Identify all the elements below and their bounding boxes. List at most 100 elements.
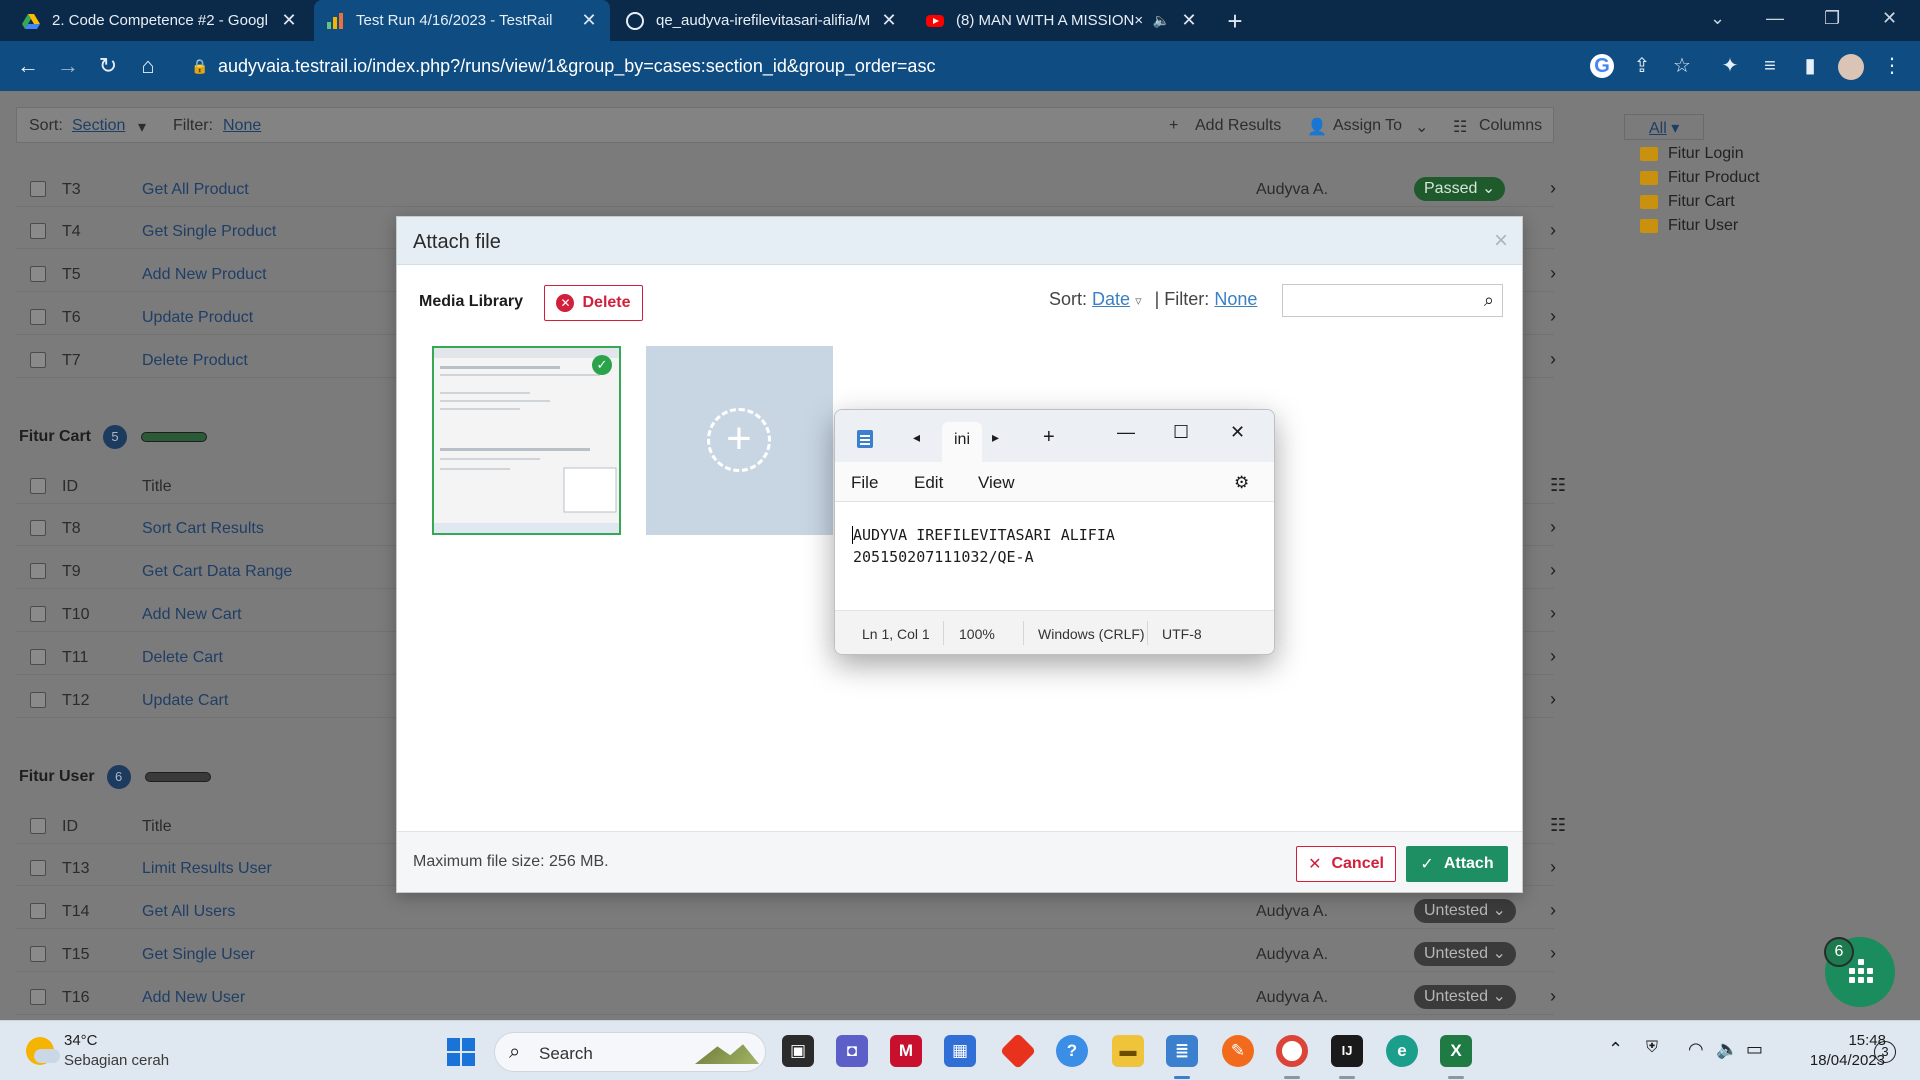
- diamond-app-icon[interactable]: [999, 1032, 1037, 1070]
- minimize-icon[interactable]: —: [1117, 422, 1135, 443]
- attach-button[interactable]: ✓ Attach: [1406, 846, 1508, 882]
- taskbar-search-box[interactable]: ⌕ Search: [494, 1032, 766, 1072]
- restore-icon[interactable]: ❐: [1824, 8, 1840, 29]
- notepad-title-bar[interactable]: ◂ ini ▸ + — ☐ ✕: [835, 410, 1274, 462]
- sidebar-item-cart[interactable]: Fitur Cart: [1640, 193, 1735, 211]
- column-settings-icon[interactable]: ☷: [1550, 475, 1566, 496]
- gear-icon[interactable]: ⚙: [1234, 473, 1249, 493]
- tab-search-icon[interactable]: ⌄: [1710, 8, 1725, 29]
- google-icon[interactable]: G: [1590, 54, 1614, 78]
- new-tab-button[interactable]: +: [1220, 6, 1250, 36]
- add-file-tile[interactable]: +: [646, 346, 833, 535]
- row-checkbox[interactable]: [30, 266, 46, 282]
- postman-icon[interactable]: ✎: [1222, 1035, 1254, 1067]
- case-title[interactable]: Get All Product: [142, 181, 249, 199]
- menu-edit[interactable]: Edit: [914, 473, 943, 493]
- row-checkbox[interactable]: [30, 223, 46, 239]
- lock-icon[interactable]: 🔒: [186, 52, 214, 80]
- row-checkbox[interactable]: [30, 649, 46, 665]
- reload-icon[interactable]: ↻: [94, 52, 122, 80]
- chevron-right-icon[interactable]: ›: [1550, 943, 1556, 964]
- columns-button[interactable]: Columns: [1479, 117, 1542, 135]
- table-row[interactable]: T14 Get All Users Audyva A. Untested ⌄ ›: [16, 894, 1556, 929]
- sort-dropdown-icon[interactable]: ▿: [1135, 293, 1142, 308]
- assign-to-button[interactable]: Assign To: [1333, 117, 1402, 135]
- status-badge[interactable]: Untested ⌄: [1414, 985, 1516, 1009]
- sort-dropdown-icon[interactable]: ▾: [138, 117, 146, 137]
- sort-date-link[interactable]: Date: [1092, 289, 1130, 309]
- scroll-tabs-left-icon[interactable]: ◂: [913, 429, 920, 446]
- browser-tab-testrail[interactable]: Test Run 4/16/2023 - TestRail ✕: [314, 0, 610, 41]
- column-header-title[interactable]: Title: [142, 478, 172, 496]
- close-tab-icon[interactable]: ✕: [580, 10, 598, 31]
- avatar[interactable]: [1838, 54, 1864, 80]
- case-title[interactable]: Get Single User: [142, 946, 255, 964]
- case-title[interactable]: Delete Product: [142, 352, 248, 370]
- menu-file[interactable]: File: [851, 473, 878, 493]
- extensions-icon[interactable]: ✦: [1718, 54, 1742, 78]
- teams-chat-icon[interactable]: ◘: [836, 1035, 868, 1067]
- chevron-right-icon[interactable]: ›: [1550, 263, 1556, 284]
- case-title[interactable]: Delete Cart: [142, 649, 223, 667]
- windows-start-icon[interactable]: [447, 1038, 475, 1066]
- weather-temperature[interactable]: 34°C: [64, 1032, 98, 1049]
- weather-description[interactable]: Sebagian cerah: [64, 1052, 169, 1069]
- row-checkbox[interactable]: [30, 989, 46, 1005]
- forward-icon[interactable]: →: [54, 52, 82, 80]
- cancel-button[interactable]: ✕ Cancel: [1296, 846, 1396, 882]
- chevron-right-icon[interactable]: ›: [1550, 220, 1556, 241]
- chevron-right-icon[interactable]: ›: [1550, 349, 1556, 370]
- chevron-right-icon[interactable]: ›: [1550, 560, 1556, 581]
- case-title[interactable]: Add New User: [142, 989, 245, 1007]
- select-all-checkbox[interactable]: [30, 818, 46, 834]
- show-hidden-icons-chevron[interactable]: ⌃: [1608, 1039, 1623, 1060]
- row-checkbox[interactable]: [30, 181, 46, 197]
- close-icon[interactable]: ✕: [1230, 422, 1245, 443]
- status-badge[interactable]: Untested ⌄: [1414, 942, 1516, 966]
- chevron-right-icon[interactable]: ›: [1550, 646, 1556, 667]
- table-row[interactable]: T15 Get Single User Audyva A. Untested ⌄…: [16, 937, 1556, 972]
- task-view-icon[interactable]: ▣: [782, 1035, 814, 1067]
- media-search-input[interactable]: ⌕: [1282, 284, 1503, 317]
- media-control-icon[interactable]: ≡: [1758, 54, 1782, 78]
- bookmark-star-icon[interactable]: ☆: [1670, 54, 1694, 78]
- row-checkbox[interactable]: [30, 352, 46, 368]
- notepad-taskbar-icon[interactable]: ≣: [1166, 1035, 1198, 1067]
- side-panel-icon[interactable]: ▮: [1798, 54, 1822, 78]
- case-title[interactable]: Limit Results User: [142, 860, 272, 878]
- search-icon[interactable]: ⌕: [1484, 290, 1494, 311]
- status-badge[interactable]: Passed ⌄: [1414, 177, 1506, 201]
- chevron-right-icon[interactable]: ›: [1550, 986, 1556, 1007]
- browser-tab-code-competence[interactable]: 2. Code Competence #2 - Googl ✕: [10, 0, 310, 41]
- sidebar-item-product[interactable]: Fitur Product: [1640, 169, 1760, 187]
- delete-button[interactable]: ✕ Delete: [544, 285, 643, 321]
- row-checkbox[interactable]: [30, 860, 46, 876]
- chevron-right-icon[interactable]: ›: [1550, 900, 1556, 921]
- file-explorer-icon[interactable]: ▬: [1112, 1035, 1144, 1067]
- microsoft-store-icon[interactable]: ▦: [944, 1035, 976, 1067]
- row-checkbox[interactable]: [30, 563, 46, 579]
- excel-icon[interactable]: X: [1440, 1035, 1472, 1067]
- sidebar-item-login[interactable]: Fitur Login: [1640, 145, 1744, 163]
- menu-view[interactable]: View: [978, 473, 1015, 493]
- clock-date[interactable]: 18/04/2023: [1785, 1052, 1885, 1069]
- chevron-right-icon[interactable]: ›: [1550, 178, 1556, 199]
- filter-link[interactable]: None: [1214, 289, 1257, 309]
- notepad-text-area[interactable]: AUDYVA IREFILEVITASARI ALIFIA 2051502071…: [835, 502, 1274, 610]
- maximize-icon[interactable]: ☐: [1173, 422, 1189, 443]
- select-all-checkbox[interactable]: [30, 478, 46, 494]
- sort-section-link[interactable]: Section: [72, 117, 125, 135]
- case-title[interactable]: Get Cart Data Range: [142, 563, 292, 581]
- notification-count-badge[interactable]: 3: [1874, 1041, 1896, 1063]
- intellij-icon[interactable]: IJ: [1331, 1035, 1363, 1067]
- chevron-right-icon[interactable]: ›: [1550, 306, 1556, 327]
- new-tab-icon[interactable]: +: [1043, 426, 1055, 449]
- filter-link[interactable]: None: [223, 117, 261, 135]
- table-row[interactable]: T16 Add New User Audyva A. Untested ⌄ ›: [16, 980, 1556, 1015]
- case-title[interactable]: Update Product: [142, 309, 253, 327]
- sidebar-item-user[interactable]: Fitur User: [1640, 217, 1738, 235]
- row-checkbox[interactable]: [30, 309, 46, 325]
- close-window-icon[interactable]: ✕: [1882, 8, 1897, 29]
- column-settings-icon[interactable]: ☷: [1550, 815, 1566, 836]
- chevron-right-icon[interactable]: ›: [1550, 857, 1556, 878]
